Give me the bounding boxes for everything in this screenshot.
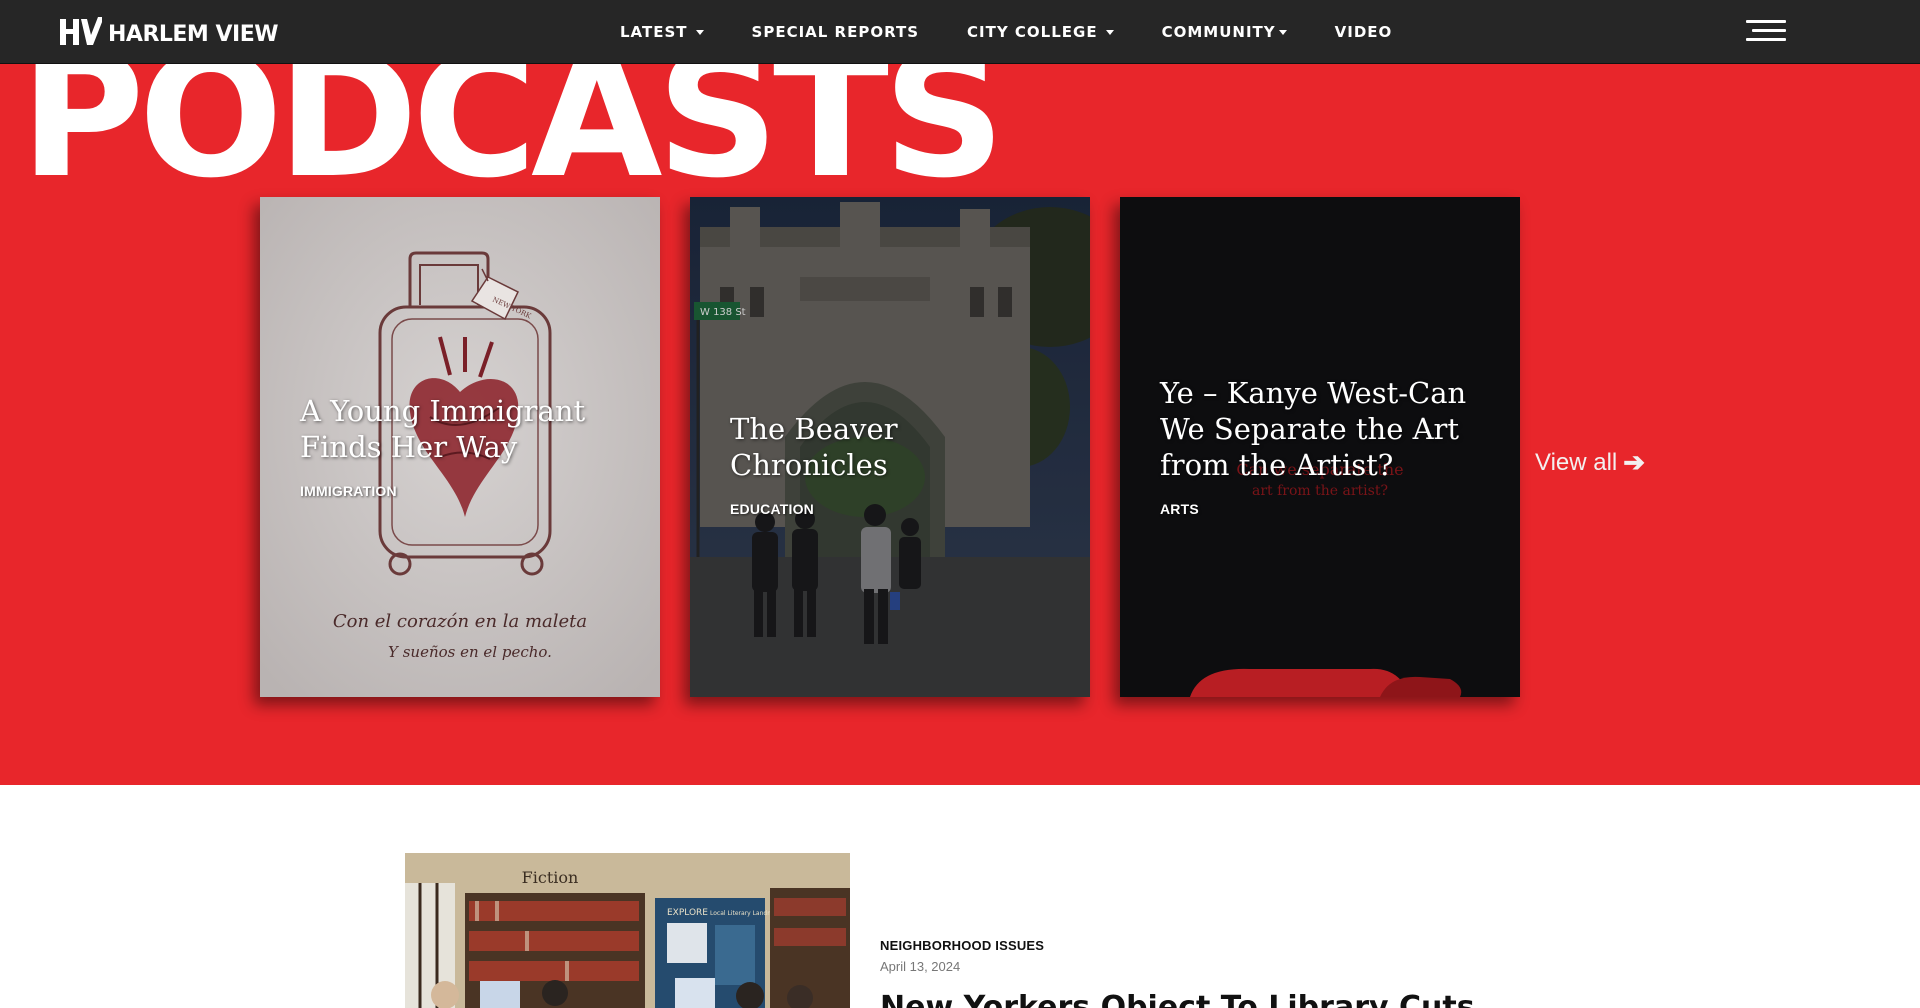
card-text: Ye – Kanye West-Can We Separate the Art … — [1160, 375, 1490, 517]
illustration-caption-line1: Con el corazón en la maleta — [333, 611, 587, 632]
arrow-right-icon: ➔ — [1623, 447, 1646, 477]
article-category[interactable]: NEIGHBORHOOD ISSUES — [880, 938, 1044, 953]
card-title[interactable]: Ye – Kanye West-Can We Separate the Art … — [1160, 375, 1490, 483]
section-title: PODCASTS — [20, 64, 1005, 216]
nav-item-community[interactable]: COMMUNITY — [1162, 23, 1287, 41]
view-all-label: View all — [1535, 448, 1618, 476]
article-thumbnail-library[interactable]: Fiction EXPLORE Local Literary Landmarks — [405, 853, 850, 1008]
card-category-tag[interactable]: IMMIGRATION — [300, 483, 630, 499]
hamburger-line — [1752, 29, 1786, 32]
main-nav: LATEST SPECIAL REPORTS CITY COLLEGE COMM… — [620, 0, 1440, 64]
harlem-view-logo-icon — [60, 17, 102, 45]
site-header: HARLEM VIEW LATEST SPECIAL REPORTS CITY … — [0, 0, 1920, 64]
caret-down-icon — [1278, 30, 1287, 35]
card-text: The Beaver Chronicles EDUCATION — [730, 411, 1060, 517]
brand-name: HARLEM VIEW — [108, 21, 278, 47]
card-category-tag[interactable]: ARTS — [1160, 501, 1490, 517]
nav-item-latest[interactable]: LATEST — [620, 23, 704, 41]
illustration-caption-line2: Y sueños en el pecho. — [388, 643, 552, 661]
view-all-link[interactable]: View all ➔ — [1535, 447, 1645, 478]
hamburger-menu-icon[interactable] — [1746, 20, 1786, 42]
nav-item-label: COMMUNITY — [1161, 23, 1276, 41]
site-logo-link[interactable]: HARLEM VIEW — [60, 14, 278, 50]
card-category-tag[interactable]: EDUCATION — [730, 501, 1060, 517]
podcast-card-beaver-chronicles[interactable]: W 138 St The Beaver Chronicles EDUCATION — [690, 197, 1090, 697]
card-text: A Young Immigrant Finds Her Way IMMIGRAT… — [300, 393, 630, 499]
article-title[interactable]: New Yorkers Object To Library Cuts — [880, 990, 1475, 1008]
article-date: April 13, 2024 — [880, 959, 961, 974]
podcasts-section: PODCASTS NEW YORK Con el corazón en la m… — [0, 64, 1920, 785]
caret-down-icon — [1105, 30, 1114, 35]
podcast-card-kanye-west[interactable]: Can we separate the art from the artist?… — [1120, 197, 1520, 697]
nav-item-label: VIDEO — [1334, 23, 1393, 41]
sign-fiction-text: Fiction — [522, 868, 579, 887]
card-title[interactable]: A Young Immigrant Finds Her Way — [300, 393, 630, 465]
podcast-card-immigrant[interactable]: NEW YORK Con el corazón en la maleta Y s… — [260, 197, 660, 697]
nav-item-special-reports[interactable]: SPECIAL REPORTS — [752, 23, 919, 41]
hamburger-line — [1746, 20, 1786, 23]
nav-item-city-college[interactable]: CITY COLLEGE — [967, 23, 1114, 41]
sign-explore-text: EXPLORE — [667, 908, 708, 918]
library-photo: Fiction EXPLORE Local Literary Landmarks — [405, 853, 850, 1008]
hamburger-line — [1746, 38, 1786, 41]
nav-item-video[interactable]: VIDEO — [1335, 23, 1393, 41]
article-meta: NEIGHBORHOOD ISSUES April 13, 2024 — [880, 938, 1044, 974]
card-title[interactable]: The Beaver Chronicles — [730, 411, 1060, 483]
nav-item-label: CITY COLLEGE — [967, 23, 1098, 41]
nav-item-label: LATEST — [620, 23, 688, 41]
caret-down-icon — [695, 30, 704, 35]
nav-item-label: SPECIAL REPORTS — [751, 23, 920, 41]
